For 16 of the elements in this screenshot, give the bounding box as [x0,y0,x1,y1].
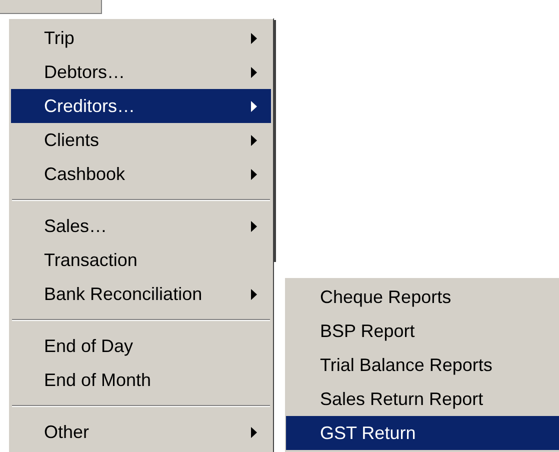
menu-item[interactable]: Debtors… [11,55,271,89]
menu-item[interactable]: Transaction [11,243,271,277]
menu-item[interactable]: Creditors… [11,89,271,123]
menu-item[interactable]: BSP Report [286,314,559,348]
menu-item[interactable]: Clients [11,123,271,157]
menu-item[interactable]: Trial Balance Reports [286,348,559,382]
menu-item[interactable]: Cheque Reports [286,280,559,314]
menu-item[interactable]: Bank Reconciliation [11,277,271,311]
menu-item[interactable]: Sales… [11,209,271,243]
menu-item[interactable]: Sales Return Report [286,382,559,416]
menu-item[interactable]: End of Month [11,363,271,397]
menu-item[interactable]: End of Day [11,329,271,363]
menu-item[interactable]: Trip [11,21,271,55]
menu-item[interactable]: GST Return [286,416,559,450]
menu-item[interactable]: Other [11,415,271,449]
menu-item[interactable]: Cashbook [11,157,271,191]
